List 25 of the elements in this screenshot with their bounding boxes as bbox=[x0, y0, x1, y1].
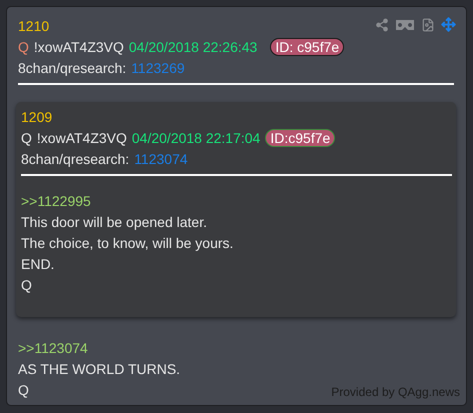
goggles-icon[interactable] bbox=[395, 18, 415, 30]
message-line: AS THE WORLD TURNS. bbox=[18, 360, 180, 376]
board-name: 8chan/qresearch: bbox=[18, 60, 126, 76]
author-name: Q bbox=[18, 38, 29, 54]
reply-link[interactable]: >>1123074 bbox=[18, 340, 88, 356]
id-badge: ID: c95f7e bbox=[270, 38, 344, 56]
document-image-icon[interactable] bbox=[421, 18, 435, 32]
post-link[interactable]: 1123074 bbox=[134, 150, 188, 166]
post-number: 1209 bbox=[21, 108, 52, 124]
message-line: END. bbox=[21, 256, 54, 272]
tripcode: !xowAT4Z3VQ bbox=[34, 38, 124, 54]
message-line: Q bbox=[21, 276, 32, 292]
board-name: 8chan/qresearch: bbox=[21, 150, 130, 166]
id-badge: ID:c95f7e bbox=[265, 128, 336, 146]
share-icon[interactable] bbox=[375, 18, 389, 32]
move-icon[interactable] bbox=[441, 17, 456, 32]
timestamp: 04/20/2018 22:17:04 bbox=[132, 130, 260, 146]
post-number: 1210 bbox=[18, 18, 50, 34]
timestamp: 04/20/2018 22:26:43 bbox=[128, 38, 258, 54]
reply-link[interactable]: >>1122995 bbox=[21, 192, 91, 208]
author-name: Q bbox=[21, 130, 32, 146]
tripcode: !xowAT4Z3VQ bbox=[36, 130, 127, 146]
message-line: Q bbox=[18, 382, 29, 398]
message-line: This door will be opened later. bbox=[21, 214, 207, 230]
message-line: The choice, to know, will be yours. bbox=[21, 234, 234, 250]
